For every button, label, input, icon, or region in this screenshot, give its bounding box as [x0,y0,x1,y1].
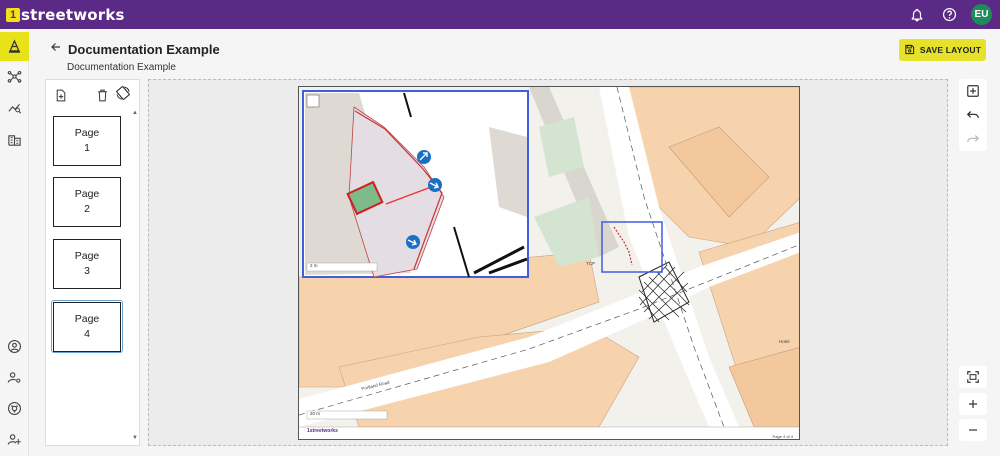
nav-analytics-icon[interactable] [0,93,29,122]
page-thumbnail-1[interactable]: Page 1 [53,116,121,166]
pages-panel: ▲ Page 1 Page 2 Page 3 Page 4 ▼ [45,79,140,446]
page-sheet[interactable]: 2 m 20 m Portland Road TCP Hotel 1street… [298,86,800,440]
save-layout-label: SAVE LAYOUT [919,45,982,55]
page-thumb-number: 2 [84,203,90,215]
nav-buildings-icon[interactable] [0,125,29,154]
page-thumb-label: Page [74,127,100,139]
logo-mark: 1 [6,7,20,22]
page-marker-label: Page 4 of 4 [772,434,793,439]
hotel-label: Hotel [779,339,790,344]
page-title: Documentation Example [68,41,220,57]
delete-page-icon[interactable] [94,87,110,103]
page-thumbnail-3[interactable]: Page 3 [53,239,121,289]
add-page-icon[interactable] [53,87,69,103]
scroll-down-icon[interactable]: ▼ [132,435,138,441]
app-logo[interactable]: 1 streetworks [6,6,125,24]
zoom-out-icon[interactable] [959,419,987,441]
street-code-label: TCP [586,261,595,266]
page-thumb-label: Page [74,188,100,200]
edit-toolbar [959,79,987,151]
nav-roadworks-icon[interactable] [0,32,29,61]
save-layout-button[interactable]: SAVE LAYOUT [899,39,986,61]
logo-text: streetworks [21,5,125,24]
inset-scale-label: 2 m [310,263,318,268]
floppy-disk-icon [904,44,915,57]
page-thumb-number: 3 [84,265,90,277]
rotate-page-icon[interactable] [115,85,131,101]
zoom-in-icon[interactable] [959,393,987,415]
page-thumb-label: Page [74,250,100,262]
nav-network-icon[interactable] [0,62,29,91]
nav-support-icon[interactable] [0,394,29,423]
page-thumb-number: 1 [84,142,90,154]
top-app-bar: 1 streetworks EU [0,0,1000,29]
footer-brand: 1streetworks [307,428,338,434]
scroll-up-icon[interactable]: ▲ [132,110,138,116]
fit-to-screen-icon[interactable] [959,366,987,388]
add-element-icon[interactable] [959,80,987,102]
main-scale-label: 20 m [310,411,321,416]
page-thumb-label: Page [74,313,100,325]
left-nav-rail [0,29,29,456]
zoom-controls [959,366,987,446]
nav-admin-icon[interactable] [0,425,29,454]
page-header: Documentation Example Documentation Exam… [50,40,220,73]
undo-icon[interactable] [959,104,987,126]
page-thumbnail-2[interactable]: Page 2 [53,177,121,227]
nav-user-settings-icon[interactable] [0,363,29,392]
arrow-back-icon[interactable] [50,40,62,58]
help-icon[interactable] [939,5,959,25]
page-subtitle: Documentation Example [67,62,176,73]
redo-icon[interactable] [959,128,987,150]
page-thumbnail-4[interactable]: Page 4 [53,302,121,352]
user-avatar[interactable]: EU [971,4,992,25]
bell-icon[interactable] [907,5,927,25]
page-thumb-number: 4 [84,328,90,340]
nav-profile-icon[interactable] [0,332,29,361]
